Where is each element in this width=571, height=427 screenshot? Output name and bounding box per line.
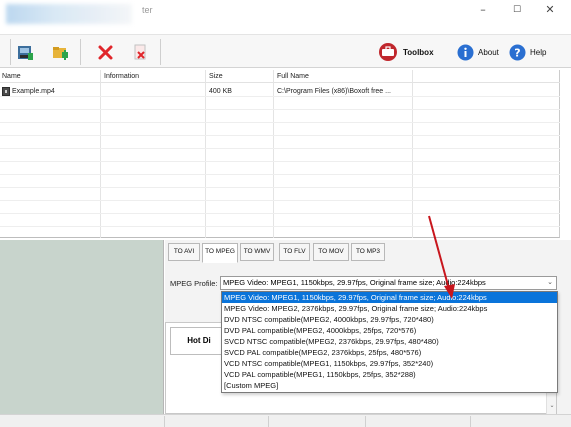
video-preview [0, 240, 164, 414]
mpeg-profile-value: MPEG Video: MPEG1, 1150kbps, 29.97fps, O… [223, 278, 486, 287]
dropdown-option[interactable]: DVD PAL compatible(MPEG2, 4000kbps, 25fp… [222, 325, 557, 336]
toolbar-separator [80, 39, 81, 65]
video-file-icon [2, 87, 10, 96]
file-size-cell: 400 KB [209, 88, 232, 95]
row-divider [0, 109, 560, 110]
dropdown-option[interactable]: MPEG Video: MPEG2, 2376kbps, 29.97fps, O… [222, 303, 557, 314]
help-icon: ? [509, 44, 526, 60]
file-full-name-cell: C:\Program Files (x86)\Boxoft free ... [277, 88, 391, 95]
scroll-down-icon[interactable]: ⌄ [547, 402, 557, 409]
help-button[interactable]: ? Help [509, 41, 546, 63]
dropdown-option[interactable]: MPEG Video: MPEG1, 1150kbps, 29.97fps, O… [222, 292, 557, 303]
help-label: Help [530, 47, 547, 57]
row-divider [0, 187, 560, 188]
column-header-information[interactable]: Information [104, 73, 139, 80]
column-header-size[interactable]: Size [209, 73, 223, 80]
tab-to-mpeg[interactable]: TO MPEG [202, 243, 238, 263]
file-name-cell: Example.mp4 [12, 88, 55, 95]
hot-directory-tab[interactable]: Hot Di [170, 327, 228, 355]
row-divider [0, 122, 560, 123]
toolbox-label: Toolbox [403, 47, 434, 57]
tab-to-avi[interactable]: TO AVI [168, 243, 200, 261]
mpeg-profile-select[interactable]: MPEG Video: MPEG1, 1150kbps, 29.97fps, O… [220, 276, 557, 290]
maximize-button[interactable]: ☐ [500, 0, 534, 22]
toolbox-button[interactable]: Toolbox [377, 41, 434, 63]
window-title: ter [142, 5, 153, 15]
status-bar [0, 414, 571, 427]
row-divider [0, 96, 560, 97]
tab-to-mov[interactable]: TO MOV [313, 243, 349, 261]
status-divider [365, 416, 366, 427]
tab-to-flv[interactable]: TO FLV [279, 243, 310, 261]
close-button[interactable]: ✕ [533, 0, 567, 22]
column-header-full-name[interactable]: Full Name [277, 73, 309, 80]
about-button[interactable]: About [457, 41, 499, 63]
status-divider [470, 416, 471, 427]
status-divider [268, 416, 269, 427]
dropdown-option[interactable]: SVCD PAL compatible(MPEG2, 2376kbps, 25f… [222, 347, 557, 358]
row-divider [0, 174, 560, 175]
toolbar-separator [160, 39, 161, 65]
row-divider [0, 200, 560, 201]
svg-text:?: ? [514, 46, 520, 59]
row-divider [0, 161, 560, 162]
row-divider [0, 213, 560, 214]
file-list-header: Name Information Size Full Name [0, 70, 560, 83]
chevron-down-icon[interactable]: ⌄ [547, 277, 553, 289]
minimize-button[interactable]: – [466, 0, 500, 22]
add-file-icon[interactable] [17, 44, 34, 61]
dropdown-option[interactable]: [Custom MPEG] [222, 380, 557, 391]
toolbar-separator [10, 39, 11, 65]
dropdown-option[interactable]: VCD NTSC compatible(MPEG1, 1150kbps, 29.… [222, 358, 557, 369]
row-divider [0, 135, 560, 136]
dropdown-option[interactable]: DVD NTSC compatible(MPEG2, 4000kbps, 29.… [222, 314, 557, 325]
row-divider [0, 226, 560, 227]
column-header-name[interactable]: Name [2, 73, 21, 80]
info-icon [457, 44, 474, 60]
about-label: About [478, 47, 499, 57]
status-divider [164, 416, 165, 427]
file-list[interactable]: Name Information Size Full Name Example.… [0, 70, 560, 238]
dropdown-option[interactable]: SVCD NTSC compatible(MPEG2, 2376kbps, 29… [222, 336, 557, 347]
dropdown-option[interactable]: VCD PAL compatible(MPEG1, 1150kbps, 25fp… [222, 369, 557, 380]
remove-icon[interactable] [97, 44, 114, 61]
add-folder-icon[interactable] [52, 44, 69, 61]
mpeg-profile-dropdown: MPEG Video: MPEG1, 1150kbps, 29.97fps, O… [221, 291, 558, 393]
clear-icon[interactable] [132, 44, 149, 61]
mpeg-profile-label: MPEG Profile: [170, 279, 218, 288]
tab-to-mp3[interactable]: TO MP3 [351, 243, 385, 261]
row-divider [0, 148, 560, 149]
toolbar: Toolbox About ? Help [0, 34, 571, 68]
app-title-blurred [6, 4, 132, 24]
toolbox-icon [379, 43, 397, 61]
tab-to-wmv[interactable]: TO WMV [240, 243, 274, 261]
title-bar: ter – ☐ ✕ [0, 0, 571, 30]
